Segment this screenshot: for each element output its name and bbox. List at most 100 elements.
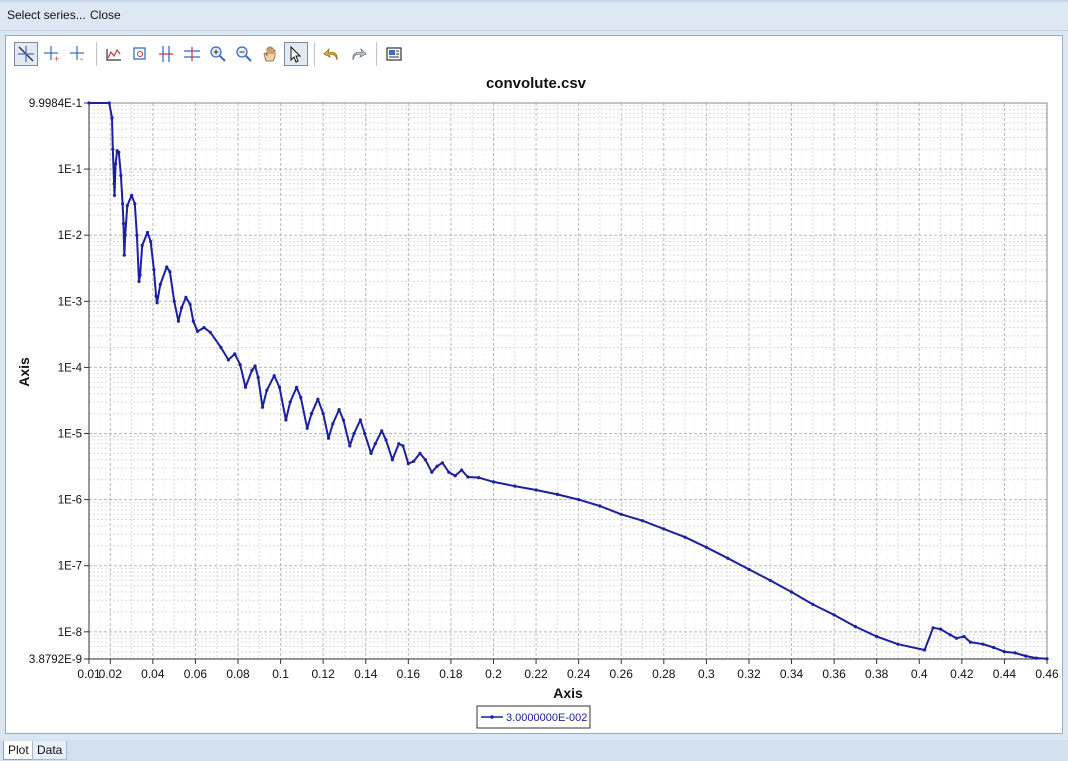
data-point bbox=[768, 578, 772, 583]
data-point bbox=[87, 101, 91, 105]
data-point bbox=[272, 374, 276, 378]
y-tick-label: 1E-2 bbox=[58, 230, 82, 242]
tab-plot[interactable]: Plot bbox=[3, 741, 34, 760]
data-point bbox=[295, 385, 299, 389]
data-point bbox=[954, 636, 959, 640]
y-tick-label: 1E-7 bbox=[58, 561, 82, 573]
axes: 0.010.02 0.04 0.06 0.08 0.1 0.12 0.14 0.16 0.18 0… bbox=[29, 98, 1059, 681]
data-point bbox=[188, 302, 192, 306]
data-point bbox=[832, 613, 836, 617]
data-point bbox=[875, 634, 879, 639]
data-point bbox=[704, 545, 709, 549]
data-point bbox=[598, 504, 602, 508]
chart: convolute.csv 0.010.02 0.04 0.06 0.08 0.1 0.1… bbox=[16, 75, 1059, 729]
data-point bbox=[931, 626, 935, 630]
x-axis-label: Axis bbox=[553, 685, 583, 701]
x-tick-label: 0.22 bbox=[524, 667, 548, 681]
data-point bbox=[453, 474, 457, 478]
x-tick-label: 0.32 bbox=[737, 667, 761, 681]
data-point bbox=[135, 233, 139, 237]
data-point bbox=[435, 464, 439, 468]
data-point bbox=[130, 193, 134, 197]
x-tick-label: 0.24 bbox=[567, 667, 591, 681]
legend-marker-icon bbox=[490, 715, 494, 719]
x-tick-label: 0.01 bbox=[77, 667, 101, 681]
data-point bbox=[406, 462, 410, 466]
data-point bbox=[243, 385, 248, 389]
data-point bbox=[1034, 656, 1038, 660]
data-point bbox=[112, 193, 117, 197]
data-point bbox=[208, 330, 212, 334]
data-point bbox=[992, 645, 996, 650]
data-point bbox=[811, 602, 815, 607]
data-point bbox=[250, 368, 254, 372]
data-point bbox=[202, 326, 206, 330]
data-point bbox=[191, 319, 195, 323]
data-point bbox=[123, 233, 127, 237]
tab-data[interactable]: Data bbox=[32, 741, 68, 760]
data-point bbox=[284, 418, 288, 422]
data-point bbox=[119, 173, 123, 178]
data-point bbox=[158, 282, 162, 286]
data-point bbox=[219, 345, 223, 350]
data-point bbox=[154, 294, 158, 298]
data-point bbox=[430, 470, 434, 474]
data-point bbox=[981, 642, 985, 646]
data-point bbox=[256, 376, 260, 380]
data-point bbox=[352, 431, 356, 436]
data-point bbox=[107, 101, 111, 105]
data-point bbox=[121, 202, 125, 206]
data-point bbox=[466, 475, 470, 479]
data-point bbox=[138, 273, 142, 277]
x-tick-label: 0.16 bbox=[397, 667, 421, 681]
data-point bbox=[155, 301, 159, 305]
x-tick-label: 0.36 bbox=[822, 667, 846, 681]
data-point bbox=[477, 476, 481, 480]
x-tick-label: 0.38 bbox=[865, 667, 889, 681]
grid bbox=[88, 103, 1048, 659]
data-point bbox=[260, 405, 265, 409]
data-point bbox=[968, 640, 973, 644]
x-tick-label: 0.02 bbox=[99, 667, 123, 681]
data-point bbox=[176, 319, 180, 323]
x-tick-label: 0.42 bbox=[950, 667, 974, 681]
data-point bbox=[265, 388, 269, 392]
data-point bbox=[172, 299, 176, 303]
data-point bbox=[133, 202, 137, 206]
series-layer bbox=[87, 101, 1049, 661]
x-tick-label: 0.04 bbox=[141, 667, 165, 681]
data-point bbox=[939, 627, 943, 631]
y-tick-label: 9.9984E-1 bbox=[29, 98, 82, 110]
data-point bbox=[555, 492, 560, 496]
legend-series-label: 3.0000000E-002 bbox=[506, 712, 587, 724]
x-tick-label: 0.26 bbox=[610, 667, 634, 681]
data-point bbox=[337, 408, 341, 412]
data-point bbox=[145, 230, 150, 235]
data-point bbox=[111, 147, 115, 151]
x-tick-label: 0.2 bbox=[485, 667, 502, 681]
y-axis-label: Axis bbox=[16, 357, 32, 387]
data-point bbox=[331, 422, 335, 426]
data-point bbox=[238, 363, 242, 367]
x-tick-label: 0.44 bbox=[993, 667, 1017, 681]
data-point bbox=[747, 567, 751, 572]
data-point bbox=[380, 429, 384, 433]
data-point bbox=[180, 306, 184, 310]
data-point bbox=[165, 265, 169, 269]
data-point bbox=[384, 438, 388, 442]
y-tick-label: 1E-8 bbox=[58, 627, 82, 639]
data-point bbox=[253, 364, 257, 368]
data-point bbox=[962, 634, 966, 639]
data-point bbox=[341, 418, 345, 422]
data-point bbox=[397, 442, 401, 446]
data-point bbox=[233, 352, 237, 356]
data-point bbox=[440, 461, 444, 465]
data-point bbox=[125, 204, 129, 208]
legend[interactable]: 3.0000000E-002 bbox=[476, 705, 591, 729]
data-point bbox=[853, 625, 858, 629]
data-point bbox=[401, 444, 405, 448]
data-point bbox=[726, 556, 730, 560]
data-point bbox=[412, 459, 416, 463]
data-point bbox=[491, 480, 496, 484]
data-point bbox=[277, 385, 282, 389]
